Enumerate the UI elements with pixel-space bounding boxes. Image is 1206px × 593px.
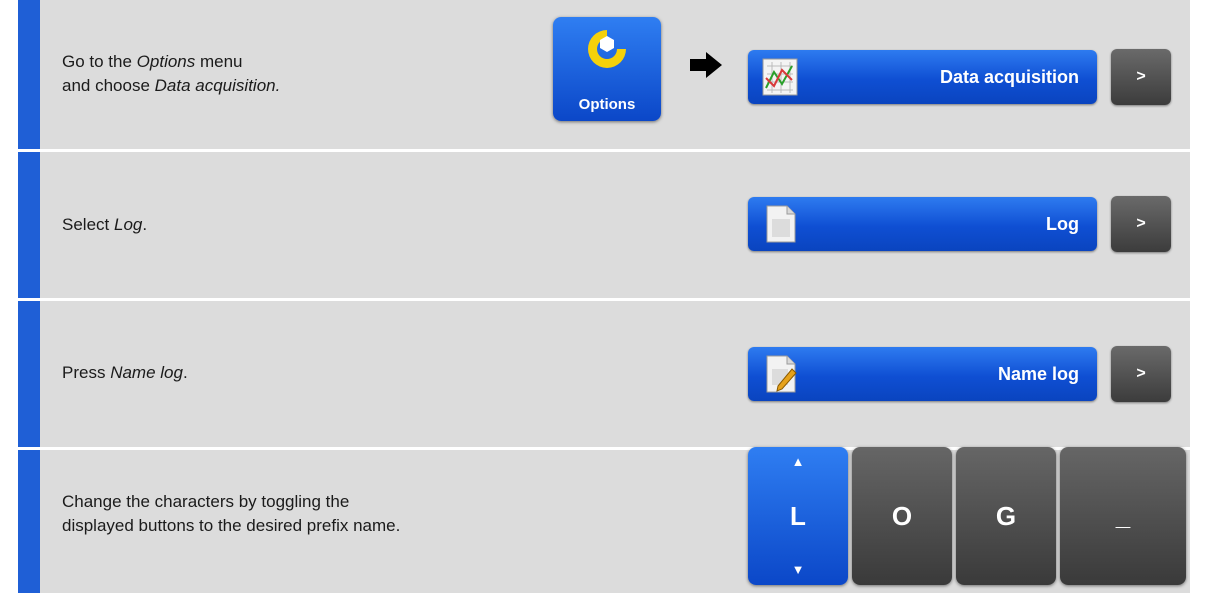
step-row-name-log: Press Name log. Name log > xyxy=(18,301,1190,447)
document-icon xyxy=(766,205,796,243)
instruction-emphasis: Name log xyxy=(110,363,183,382)
step-accent-bar xyxy=(18,301,40,447)
char-key-1[interactable]: ▲ L ▼ xyxy=(748,447,848,585)
log-label: Log xyxy=(1046,214,1079,234)
log-button[interactable]: Log xyxy=(748,197,1097,251)
instruction-text: Select xyxy=(62,215,114,234)
instruction-text: menu xyxy=(195,52,243,71)
char-key-4[interactable]: _ xyxy=(1060,447,1186,585)
char-value: G xyxy=(995,501,1017,531)
data-acquisition-next-button[interactable]: > xyxy=(1111,49,1171,105)
instruction-emphasis: Options xyxy=(136,52,196,71)
arrow-label: > xyxy=(1136,365,1146,382)
options-label: Options xyxy=(578,96,636,113)
wrench-icon xyxy=(588,30,626,68)
step-instruction: Change the characters by toggling the di… xyxy=(62,490,400,538)
chart-icon xyxy=(762,58,798,96)
name-log-label: Name log xyxy=(997,364,1079,384)
options-button[interactable]: Options xyxy=(553,17,661,121)
instruction-text: . xyxy=(182,363,188,382)
step-instruction: Press Name log. xyxy=(62,361,188,385)
char-value: O xyxy=(891,501,913,531)
instruction-emphasis: Data acquisition. xyxy=(154,76,281,95)
right-arrow-icon xyxy=(690,52,722,78)
document-edit-icon xyxy=(766,355,797,393)
instruction-emphasis: Log xyxy=(113,215,143,234)
name-log-next-button[interactable]: > xyxy=(1111,346,1171,402)
data-acquisition-label: Data acquisition xyxy=(939,67,1079,87)
char-up-icon[interactable]: ▲ xyxy=(748,455,848,469)
arrow-label: > xyxy=(1136,68,1146,85)
instruction-text: Change the characters by toggling the xyxy=(62,492,350,511)
step-accent-bar xyxy=(18,0,40,149)
char-down-icon[interactable]: ▼ xyxy=(748,563,848,577)
arrow-label: > xyxy=(1136,215,1146,232)
name-log-button[interactable]: Name log xyxy=(748,347,1097,401)
step-instruction: Select Log. xyxy=(62,213,147,237)
instruction-text: Press xyxy=(62,363,111,382)
instruction-text: and choose xyxy=(62,76,155,95)
step-row-options: Go to the Options menu and choose Data a… xyxy=(18,0,1190,149)
step-accent-bar xyxy=(18,450,40,593)
data-acquisition-button[interactable]: Data acquisition xyxy=(748,50,1097,104)
step-accent-bar xyxy=(18,152,40,298)
log-next-button[interactable]: > xyxy=(1111,196,1171,252)
step-instruction: Go to the Options menu and choose Data a… xyxy=(62,50,280,98)
char-value: L xyxy=(790,501,806,531)
instruction-text: . xyxy=(142,215,148,234)
char-key-2[interactable]: O xyxy=(852,447,952,585)
instruction-text: Go to the xyxy=(62,52,137,71)
char-key-3[interactable]: G xyxy=(956,447,1056,585)
step-row-log: Select Log. Log > xyxy=(18,152,1190,298)
char-value: _ xyxy=(1115,501,1131,531)
instruction-text: displayed buttons to the desired prefix … xyxy=(62,516,401,535)
